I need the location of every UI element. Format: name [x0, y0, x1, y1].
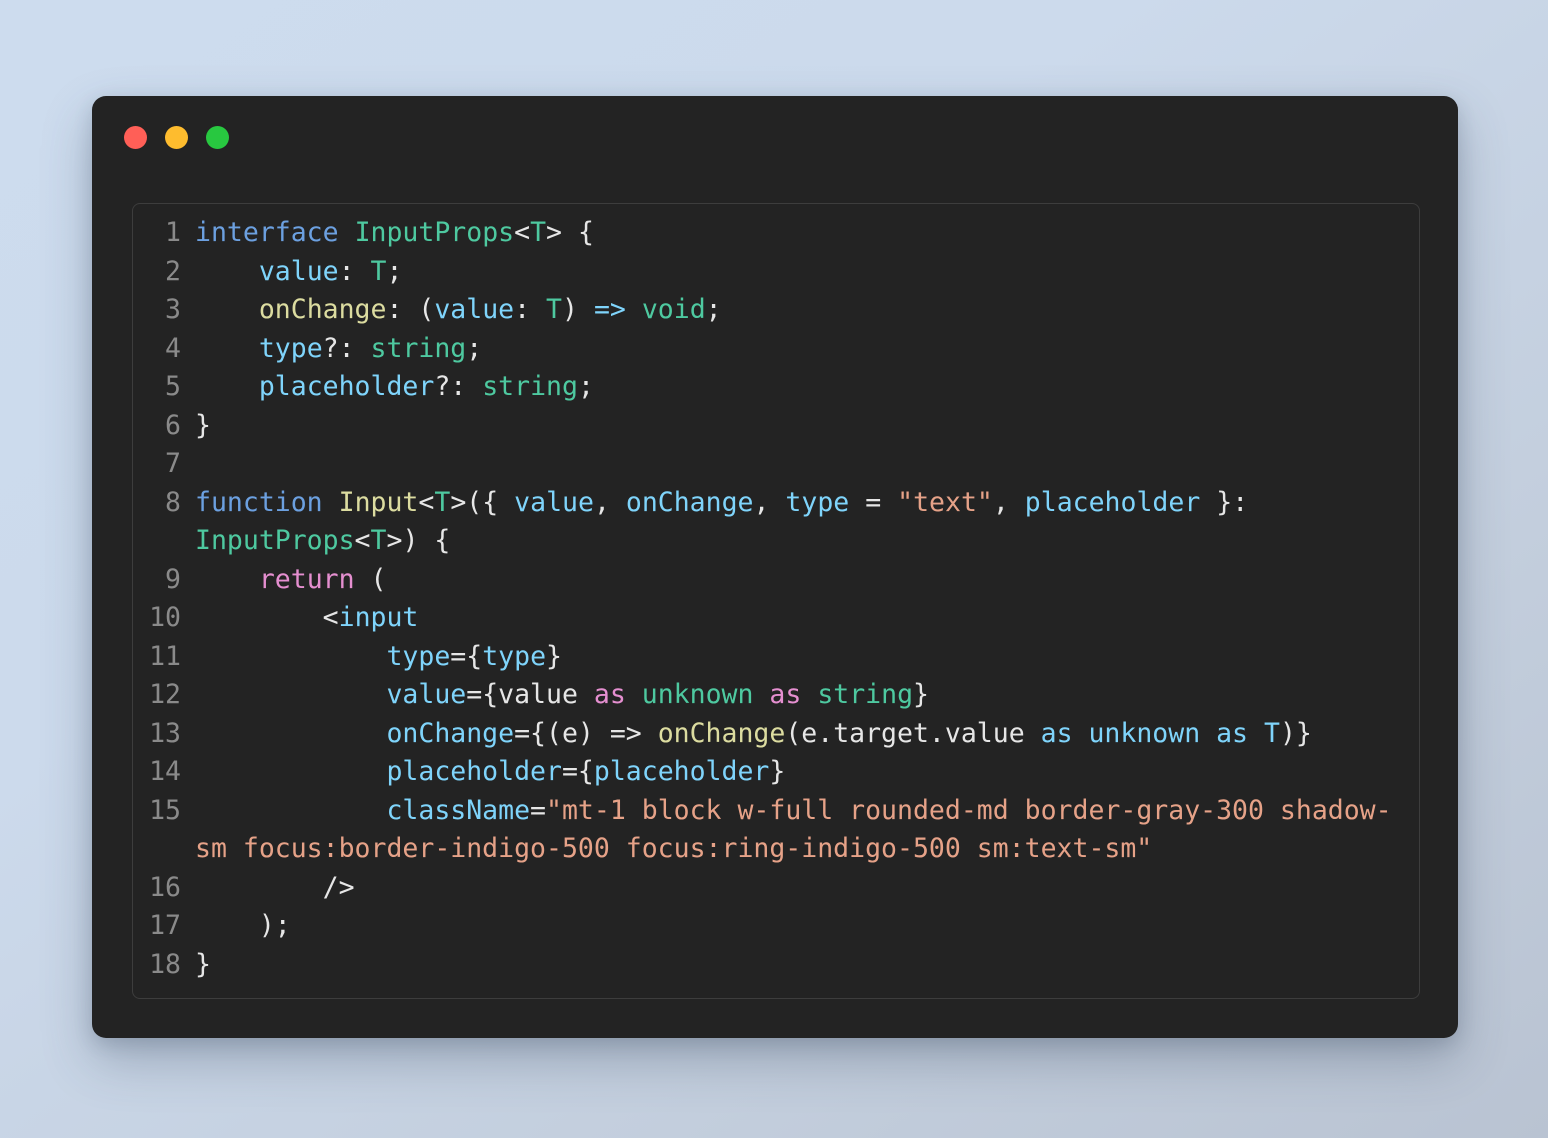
line-number: 7 — [165, 448, 181, 479]
code-line: 8 function Input<T>({ value, onChange, t… — [133, 484, 1419, 561]
code-line: 18 } — [133, 946, 1419, 985]
screenshot-stage: 1 interface InputProps<T> { 2 value: T; … — [0, 0, 1548, 1138]
line-content[interactable]: value: T; — [195, 253, 1419, 292]
line-number: 5 — [165, 371, 181, 402]
line-content[interactable]: placeholder={placeholder} — [195, 753, 1419, 792]
code-panel: 1 interface InputProps<T> { 2 value: T; … — [132, 203, 1420, 999]
line-content[interactable]: onChange: (value: T) => void; — [195, 291, 1419, 330]
line-number: 4 — [165, 332, 181, 364]
line-content[interactable]: interface InputProps<T> { — [195, 214, 1419, 253]
code-line: 16 /> — [133, 869, 1419, 908]
line-content[interactable]: type={type} — [195, 638, 1419, 677]
line-number: 18 — [149, 948, 181, 980]
code-line: 3 onChange: (value: T) => void; — [133, 291, 1419, 330]
code-line: 7 — [133, 445, 1419, 484]
line-number: 14 — [149, 756, 181, 787]
code-line: 10 <input — [133, 599, 1419, 638]
line-number: 13 — [149, 717, 181, 749]
minimize-button-icon[interactable] — [165, 125, 188, 149]
line-number: 11 — [149, 640, 181, 672]
line-content[interactable]: } — [195, 946, 1419, 985]
line-content[interactable]: <input — [195, 599, 1419, 638]
line-number: 6 — [165, 409, 181, 441]
code-line: 2 value: T; — [133, 253, 1419, 292]
code-line: 11 type={type} — [133, 638, 1419, 677]
line-number: 1 — [165, 217, 181, 248]
maximize-button-icon[interactable] — [206, 125, 229, 149]
code-scroll-area[interactable]: 1 interface InputProps<T> { 2 value: T; … — [133, 204, 1419, 998]
code-line: 1 interface InputProps<T> { — [133, 214, 1419, 253]
code-line: 6 } — [133, 407, 1419, 446]
code-line: 5 placeholder?: string; — [133, 368, 1419, 407]
code-line: 13 onChange={(e) => onChange(e.target.va… — [133, 715, 1419, 754]
line-number: 17 — [149, 910, 181, 941]
traffic-light-buttons — [124, 125, 229, 149]
code-line: 15 className="mt-1 block w-full rounded-… — [133, 792, 1419, 869]
line-content[interactable]: placeholder?: string; — [195, 368, 1419, 407]
line-number: 15 — [149, 794, 181, 826]
line-content[interactable]: value={value as unknown as string} — [195, 676, 1419, 715]
line-number: 10 — [149, 602, 181, 633]
code-line: 14 placeholder={placeholder} — [133, 753, 1419, 792]
line-number: 3 — [165, 294, 181, 325]
code-line: 17 ); — [133, 907, 1419, 946]
line-content[interactable]: ); — [195, 907, 1419, 946]
line-number: 8 — [165, 486, 181, 518]
line-content[interactable]: className="mt-1 block w-full rounded-md … — [195, 792, 1419, 869]
line-number: 16 — [149, 871, 181, 903]
line-number: 9 — [165, 563, 181, 595]
code-line: 9 return ( — [133, 561, 1419, 600]
line-content[interactable] — [195, 445, 1419, 484]
window-titlebar — [92, 96, 1458, 178]
close-button-icon[interactable] — [124, 125, 147, 149]
line-content[interactable]: function Input<T>({ value, onChange, typ… — [195, 484, 1419, 561]
line-number: 2 — [165, 255, 181, 287]
line-content[interactable]: type?: string; — [195, 330, 1419, 369]
line-number: 12 — [149, 679, 181, 710]
code-line: 4 type?: string; — [133, 330, 1419, 369]
code-editor-window: 1 interface InputProps<T> { 2 value: T; … — [92, 96, 1458, 1038]
line-content[interactable]: onChange={(e) => onChange(e.target.value… — [195, 715, 1419, 754]
line-content[interactable]: return ( — [195, 561, 1419, 600]
code-line: 12 value={value as unknown as string} — [133, 676, 1419, 715]
line-content[interactable]: /> — [195, 869, 1419, 908]
line-content[interactable]: } — [195, 407, 1419, 446]
